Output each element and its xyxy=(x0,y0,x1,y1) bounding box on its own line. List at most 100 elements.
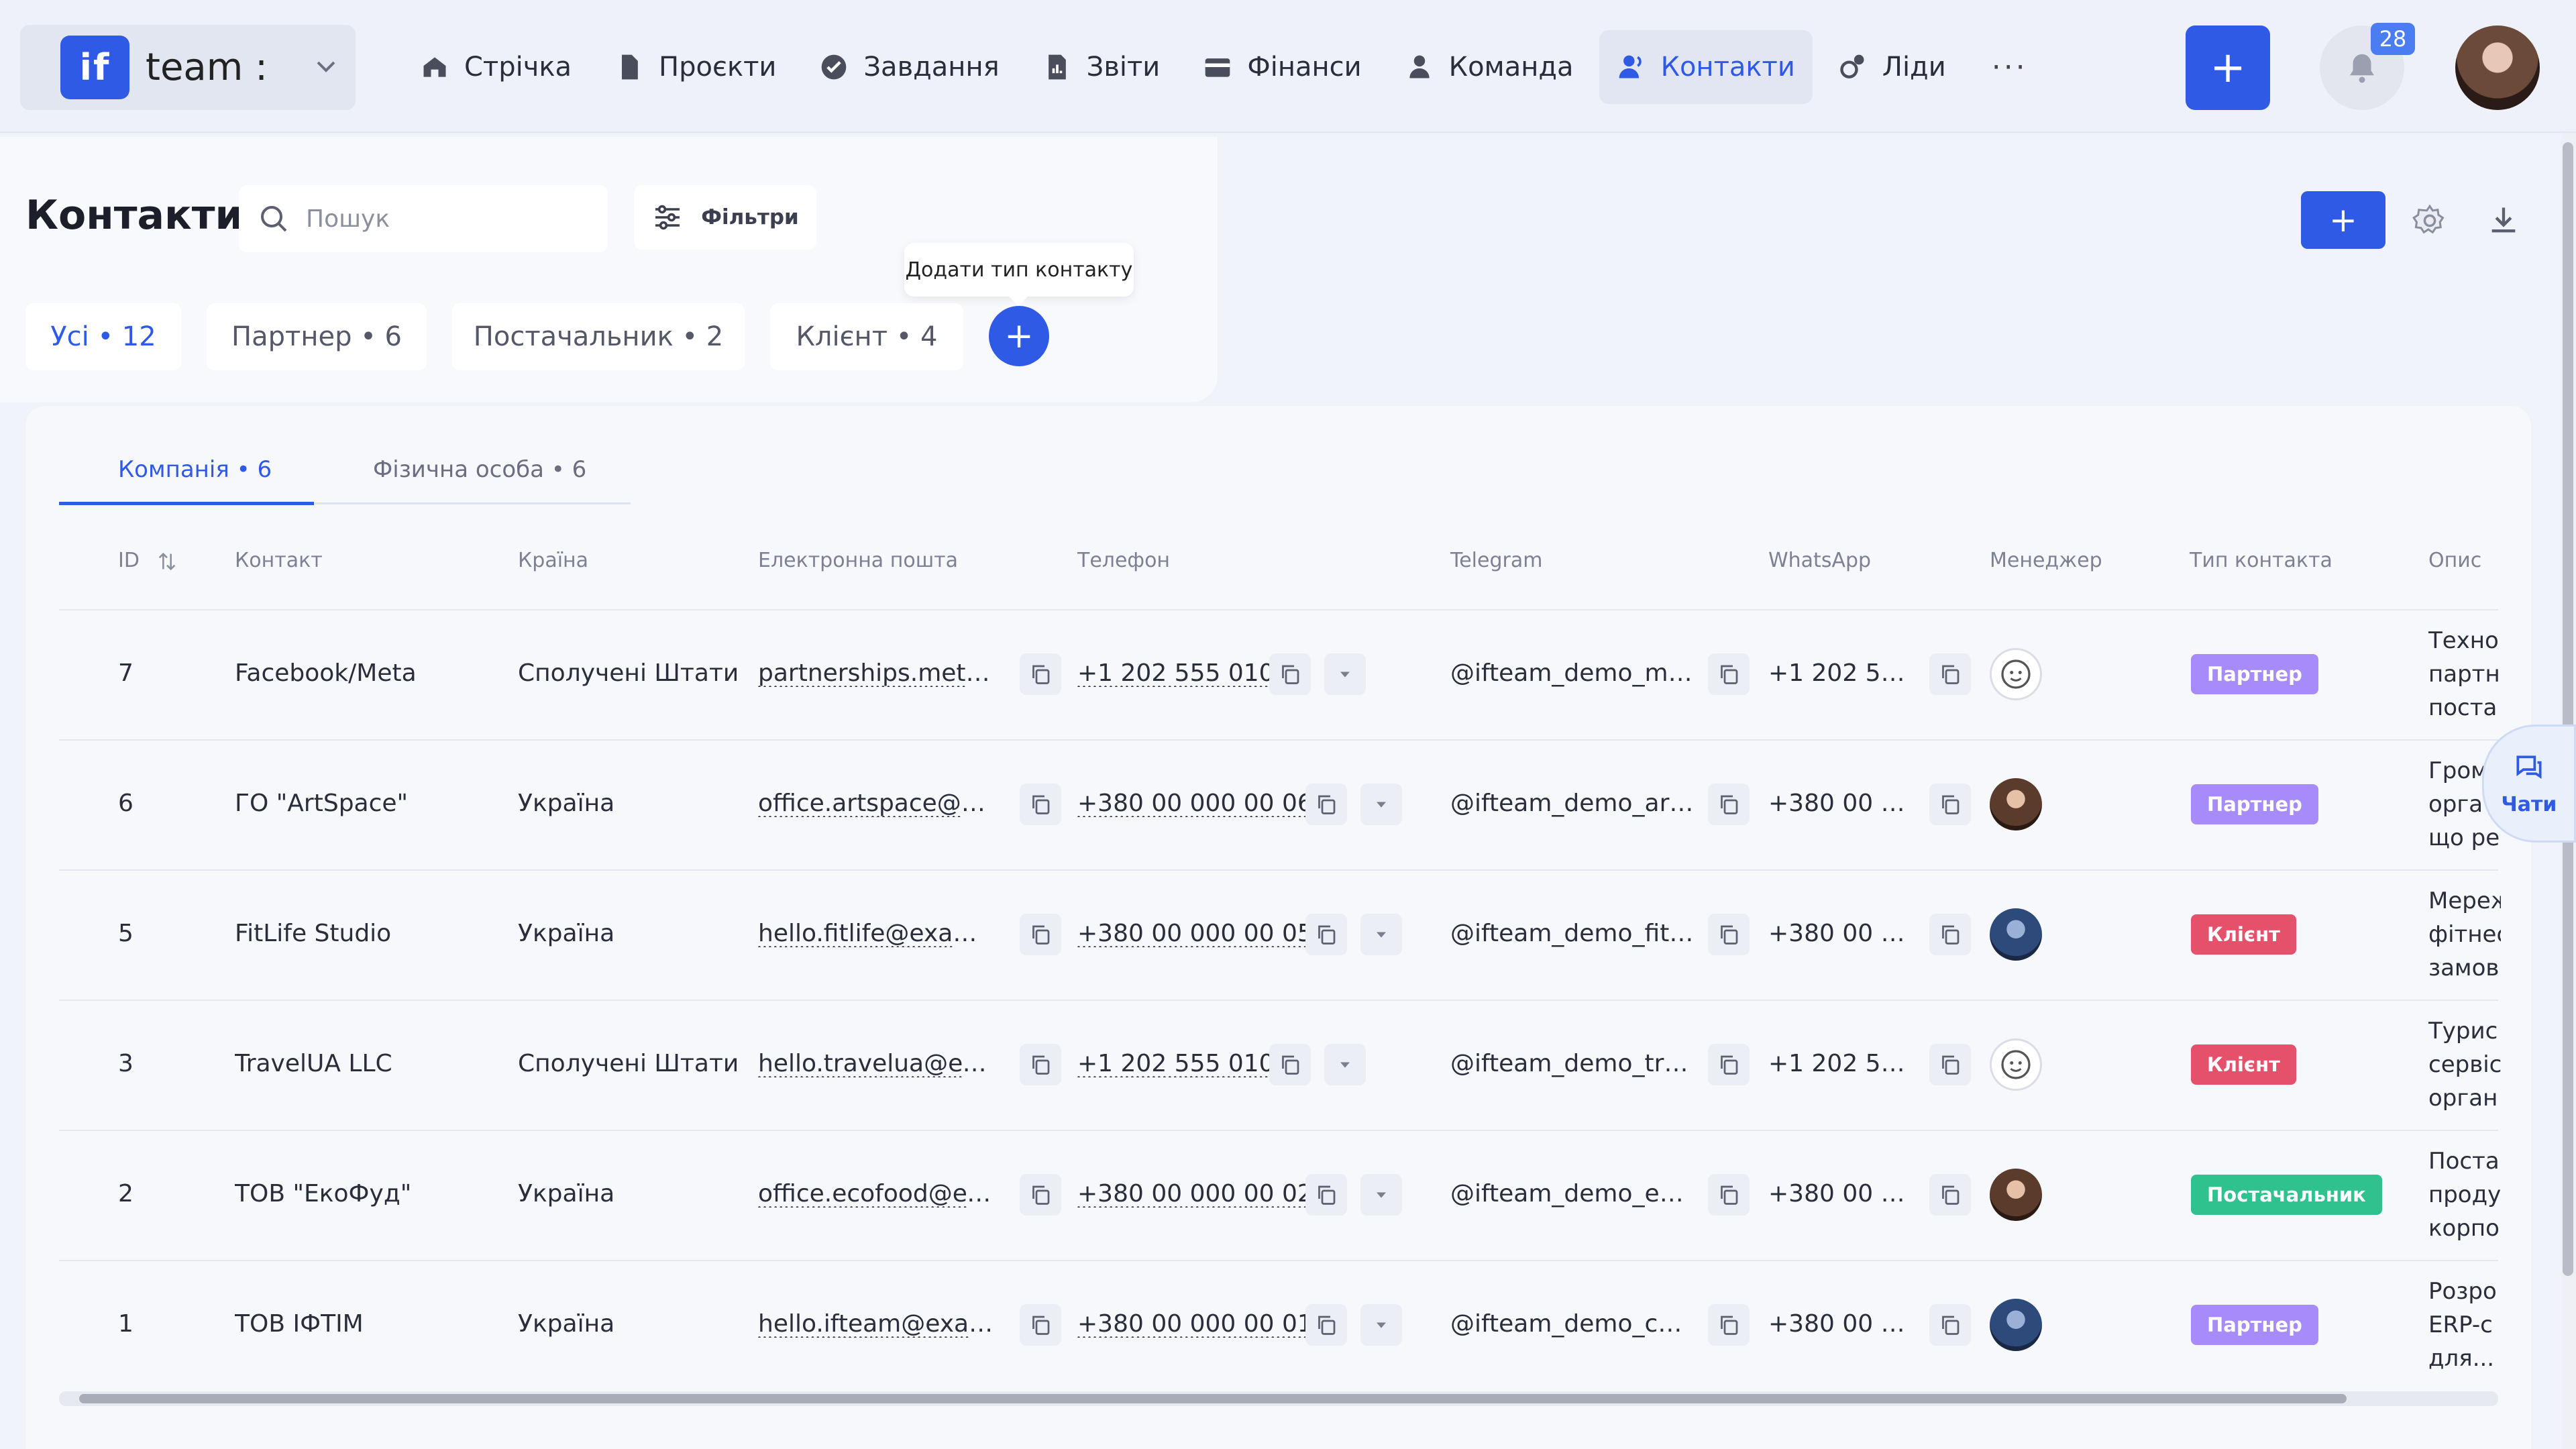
nav-item-team[interactable]: Команда xyxy=(1387,30,1591,104)
copy-phone-button[interactable] xyxy=(1269,653,1311,695)
cell-phone[interactable]: +1 202 555 0103 xyxy=(1077,1050,1289,1077)
cell-telegram[interactable]: @ifteam_demo_art... xyxy=(1450,790,1695,817)
nav-item-contacts[interactable]: Контакти xyxy=(1599,30,1813,104)
cell-whatsapp[interactable]: +380 00 00... xyxy=(1768,920,1920,947)
manager-avatar[interactable] xyxy=(1990,1169,2042,1221)
column-email[interactable]: Електронна пошта xyxy=(758,549,958,572)
add-contact-type-button[interactable]: + xyxy=(989,306,1049,366)
column-contact[interactable]: Контакт xyxy=(235,549,323,572)
cell-telegram[interactable]: @ifteam_demo_eco... xyxy=(1450,1180,1695,1208)
phone-dropdown-button[interactable] xyxy=(1360,914,1402,955)
copy-phone-button[interactable] xyxy=(1305,1304,1347,1346)
tab-individual[interactable]: Фізична особа • 6 xyxy=(373,456,586,483)
phone-dropdown-button[interactable] xyxy=(1324,653,1366,695)
chip-partner[interactable]: Партнер • 6 xyxy=(207,303,427,370)
cell-whatsapp[interactable]: +380 00 00... xyxy=(1768,1310,1920,1338)
copy-email-button[interactable] xyxy=(1020,1044,1061,1085)
column-telegram[interactable]: Telegram xyxy=(1450,549,1542,572)
copy-email-button[interactable] xyxy=(1020,784,1061,825)
cell-whatsapp[interactable]: +1 202 555 ... xyxy=(1768,1050,1920,1077)
copy-telegram-button[interactable] xyxy=(1708,653,1750,695)
nav-item-tasks[interactable]: Завдання xyxy=(802,30,1016,104)
cell-contact[interactable]: ТОВ ІФТІМ xyxy=(235,1310,496,1338)
cell-phone[interactable]: +380 00 000 00 01 xyxy=(1077,1310,1313,1338)
cell-whatsapp[interactable]: +380 00 00... xyxy=(1768,1180,1920,1208)
phone-dropdown-button[interactable] xyxy=(1360,1304,1402,1346)
copy-phone-button[interactable] xyxy=(1269,1044,1311,1085)
cell-phone[interactable]: +380 00 000 00 06 xyxy=(1077,790,1313,817)
cell-contact[interactable]: Facebook/Meta xyxy=(235,659,496,687)
manager-avatar[interactable] xyxy=(1990,908,2042,961)
cell-whatsapp[interactable]: +1 202 555 ... xyxy=(1768,659,1920,687)
cell-telegram[interactable]: @ifteam_demo_tra... xyxy=(1450,1050,1695,1077)
copy-telegram-button[interactable] xyxy=(1708,1044,1750,1085)
copy-whatsapp-button[interactable] xyxy=(1929,1174,1971,1216)
copy-telegram-button[interactable] xyxy=(1708,1174,1750,1216)
chip-supplier[interactable]: Постачальник • 2 xyxy=(452,303,745,370)
vertical-scrollbar-thumb[interactable] xyxy=(2563,142,2573,1276)
cell-telegram[interactable]: @ifteam_demo_me... xyxy=(1450,659,1695,687)
column-whatsapp[interactable]: WhatsApp xyxy=(1768,549,1871,572)
cell-contact[interactable]: ТОВ "ЕкоФуд" xyxy=(235,1180,496,1208)
cell-phone[interactable]: +380 00 000 00 05 xyxy=(1077,920,1313,947)
workspace-switcher[interactable]: if team : xyxy=(20,25,356,110)
cell-email[interactable]: hello.fitlife@example... xyxy=(758,920,1000,947)
column-country[interactable]: Країна xyxy=(518,549,588,572)
chip-client[interactable]: Клієнт • 4 xyxy=(770,303,963,370)
manager-avatar[interactable] xyxy=(1990,1038,2042,1091)
copy-email-button[interactable] xyxy=(1020,1304,1061,1346)
copy-telegram-button[interactable] xyxy=(1708,1304,1750,1346)
settings-button[interactable] xyxy=(2405,196,2455,246)
phone-dropdown-button[interactable] xyxy=(1360,784,1402,825)
phone-dropdown-button[interactable] xyxy=(1324,1044,1366,1085)
phone-dropdown-button[interactable] xyxy=(1360,1174,1402,1216)
manager-avatar[interactable] xyxy=(1990,1299,2042,1351)
nav-item-projects[interactable]: Проєкти xyxy=(597,30,794,104)
cell-email[interactable]: hello.ifteam@exampl... xyxy=(758,1310,1000,1338)
copy-email-button[interactable] xyxy=(1020,653,1061,695)
column-phone[interactable]: Телефон xyxy=(1077,549,1170,572)
nav-item-finance[interactable]: Фінанси xyxy=(1185,30,1379,104)
nav-item-leads[interactable]: Ліди xyxy=(1821,30,1964,104)
add-contact-button[interactable]: + xyxy=(2301,191,2385,249)
nav-item-reports[interactable]: Звіти xyxy=(1025,30,1178,104)
filters-button[interactable]: Фільтри xyxy=(634,185,816,250)
copy-whatsapp-button[interactable] xyxy=(1929,1044,1971,1085)
cell-whatsapp[interactable]: +380 00 00... xyxy=(1768,790,1920,817)
cell-email[interactable]: hello.travelua@exam... xyxy=(758,1050,1000,1077)
copy-email-button[interactable] xyxy=(1020,1174,1061,1216)
cell-contact[interactable]: TravelUA LLC xyxy=(235,1050,496,1077)
manager-avatar[interactable] xyxy=(1990,778,2042,830)
copy-phone-button[interactable] xyxy=(1305,914,1347,955)
copy-telegram-button[interactable] xyxy=(1708,914,1750,955)
copy-telegram-button[interactable] xyxy=(1708,784,1750,825)
column-manager[interactable]: Менеджер xyxy=(1990,549,2102,572)
download-button[interactable] xyxy=(2479,196,2528,246)
cell-phone[interactable]: +1 202 555 0107 xyxy=(1077,659,1289,687)
column-description[interactable]: Опис xyxy=(2428,549,2481,572)
copy-email-button[interactable] xyxy=(1020,914,1061,955)
cell-contact[interactable]: FitLife Studio xyxy=(235,920,496,947)
tab-company[interactable]: Компанія • 6 xyxy=(118,456,272,483)
column-type[interactable]: Тип контакта xyxy=(2190,549,2332,572)
copy-phone-button[interactable] xyxy=(1305,784,1347,825)
copy-whatsapp-button[interactable] xyxy=(1929,914,1971,955)
horizontal-scrollbar-thumb[interactable] xyxy=(79,1394,2347,1403)
cell-email[interactable]: partnerships.meta@... xyxy=(758,659,1000,687)
cell-contact[interactable]: ГО "ArtSpace" xyxy=(235,790,496,817)
chats-button[interactable]: Чати xyxy=(2482,724,2576,843)
manager-avatar[interactable] xyxy=(1990,648,2042,700)
cell-phone[interactable]: +380 00 000 00 02 xyxy=(1077,1180,1313,1208)
nav-more-button[interactable]: ··· xyxy=(1992,50,2028,85)
cell-telegram[interactable]: @ifteam_demo_co... xyxy=(1450,1310,1695,1338)
copy-whatsapp-button[interactable] xyxy=(1929,653,1971,695)
cell-email[interactable]: office.ecofood@exam... xyxy=(758,1180,1000,1208)
nav-item-feed[interactable]: Стрічка xyxy=(402,30,589,104)
search-input[interactable]: Пошук xyxy=(239,185,608,252)
copy-whatsapp-button[interactable] xyxy=(1929,784,1971,825)
cell-email[interactable]: office.artspace@exa... xyxy=(758,790,1000,817)
user-avatar[interactable] xyxy=(2455,25,2540,110)
copy-phone-button[interactable] xyxy=(1305,1174,1347,1216)
global-add-button[interactable]: + xyxy=(2186,25,2270,110)
column-id[interactable]: ID xyxy=(118,549,178,573)
